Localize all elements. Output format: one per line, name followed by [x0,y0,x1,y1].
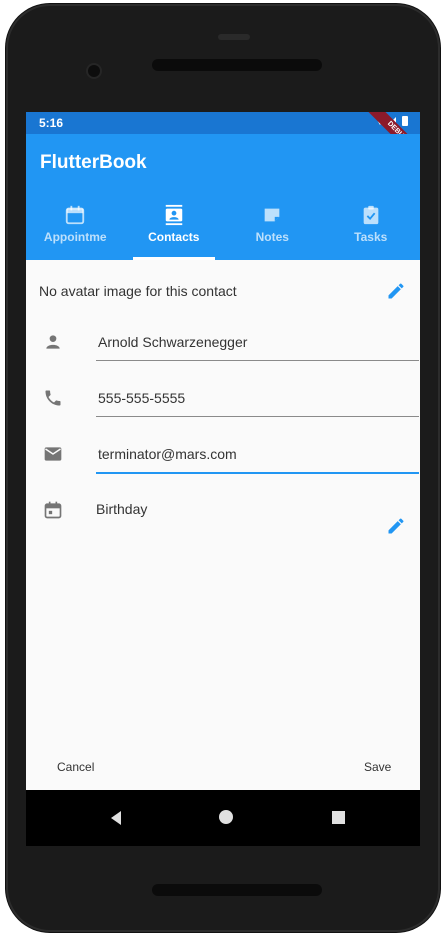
status-time: 5:16 [39,116,64,130]
contacts-icon [165,204,182,226]
email-field[interactable] [96,436,419,474]
save-button[interactable]: Save [356,756,399,778]
phone-icon [45,390,61,406]
name-field[interactable] [96,324,419,361]
home-icon[interactable] [219,810,233,824]
tab-label: Contacts [148,230,200,244]
back-icon[interactable] [106,808,126,828]
avatar-row: No avatar image for this contact [26,260,420,316]
android-nav-bar [26,790,420,846]
app-screen: 5:16 DEBUG FlutterBook Appointme Contact… [26,112,420,846]
note-icon [264,208,280,222]
status-bar: 5:16 DEBUG [26,112,420,169]
tab-contacts[interactable]: Contacts [125,198,224,260]
top-notch [218,34,250,40]
app-title: FlutterBook [40,152,147,173]
task-check-icon [363,205,379,225]
edit-birthday-icon[interactable] [386,516,406,536]
tab-tasks[interactable]: Tasks [322,198,421,260]
person-icon [46,335,60,349]
birthday-label: Birthday [96,501,148,517]
tab-label: Notes [255,230,289,244]
calendar-today-icon [44,501,62,519]
bottom-speaker [152,884,322,896]
email-row [26,428,420,484]
edit-avatar-icon[interactable] [386,281,406,301]
tab-notes[interactable]: Notes [223,198,322,260]
tab-label: Tasks [354,230,388,244]
tab-appointments[interactable]: Appointme [26,198,125,260]
earpiece-speaker [152,59,322,71]
calendar-icon [66,205,85,225]
cancel-button[interactable]: Cancel [49,756,102,778]
recents-icon[interactable] [332,811,345,824]
tab-label: Appointme [43,230,107,244]
name-row [26,316,420,372]
birthday-row: Birthday [26,484,420,540]
phone-row [26,372,420,428]
email-icon [44,447,62,461]
tab-bar: Appointme Contacts Notes Tasks [26,198,420,260]
front-camera [88,65,100,77]
app-bar: FlutterBook Appointme Contacts Notes Tas… [26,134,420,260]
phone-field[interactable] [96,380,419,417]
avatar-status-text: No avatar image for this contact [39,283,237,299]
